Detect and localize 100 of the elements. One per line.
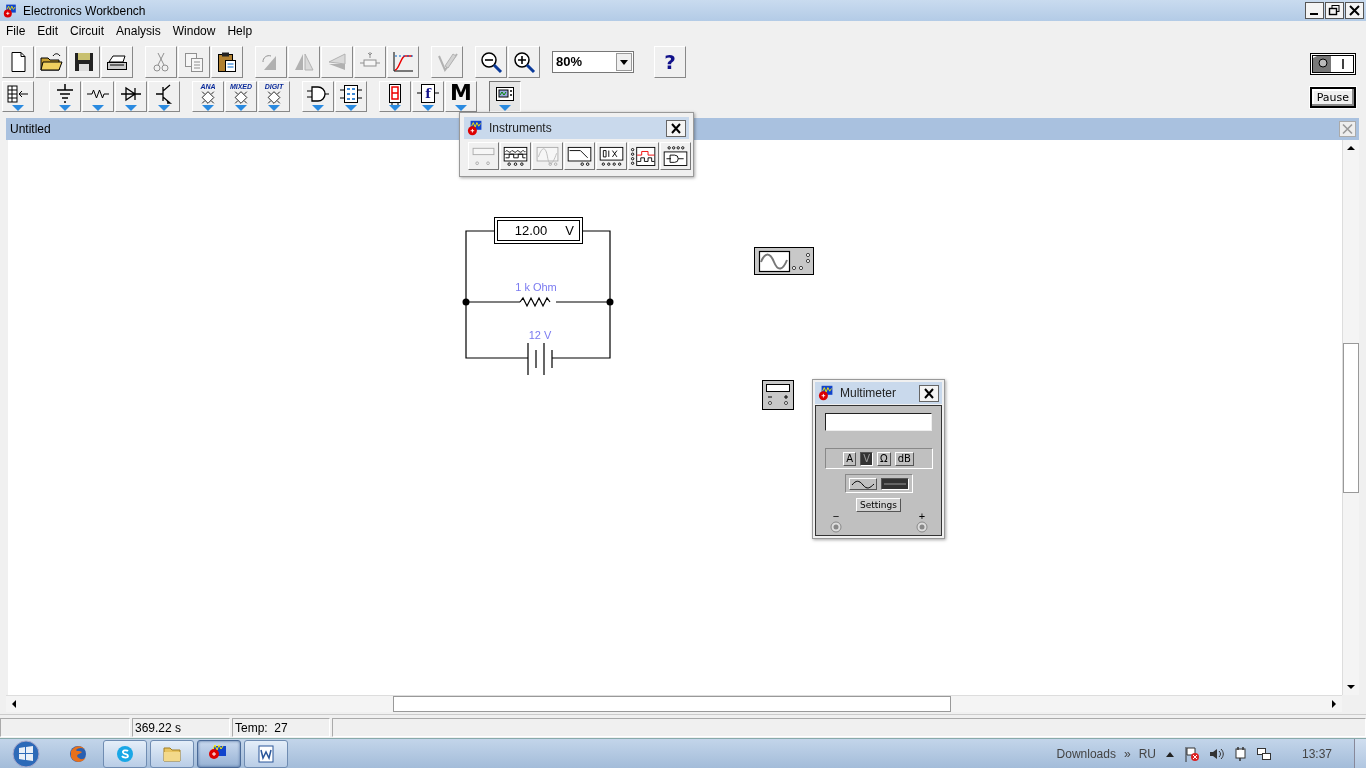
component-list-icon [6,83,30,105]
flip-flop-icon [339,83,363,105]
multimeter-icon[interactable] [762,380,794,410]
terminal-icon[interactable] [916,521,928,533]
network-icon[interactable] [1255,745,1272,762]
mode-button[interactable]: Ω [877,451,891,466]
vertical-scrollbar[interactable] [1342,140,1359,695]
sources-bin-button[interactable] [49,81,81,112]
status-field: 369.22 s [132,718,230,737]
chip-icon [264,90,284,105]
instruments-bin-button[interactable] [489,81,521,112]
menu-item[interactable]: Edit [31,24,65,38]
close-icon[interactable] [666,119,686,137]
print-button[interactable] [101,45,133,78]
gates-bin-button[interactable] [302,81,334,112]
dropdown-arrow-icon [12,105,24,111]
controls-bin-button[interactable]: f [412,81,444,112]
dropdown-arrow-icon [455,105,467,111]
scroll-thumb[interactable] [1343,342,1359,493]
battery-symbol [527,342,553,376]
window-title: Electronics Workbench [23,3,147,18]
resistor-symbol [519,296,551,308]
menu-item[interactable]: Circuit [64,24,111,38]
zoom-in-button[interactable] [508,45,540,78]
ac-button[interactable] [848,477,877,490]
function-generator-button[interactable] [500,142,531,170]
misc-bin-button[interactable]: M [445,81,477,112]
dc-button[interactable] [880,477,909,490]
dropdown-arrow-icon [92,105,104,111]
new-button[interactable] [2,45,34,78]
horizontal-scrollbar[interactable] [6,695,1342,712]
pause-button[interactable]: Pause [1309,87,1356,108]
taskbar-app-button[interactable] [103,739,147,768]
dropdown-arrow-icon [235,105,247,111]
logic-analyzer-button[interactable] [628,142,659,170]
restore-icon[interactable] [1325,2,1344,19]
document-title: Untitled [10,122,51,136]
taskbar-app-button[interactable] [244,739,288,768]
scroll-thumb[interactable] [393,696,951,712]
zoom-out-button[interactable] [475,45,507,78]
voltmeter-unit: V [565,223,574,238]
minimize-icon[interactable] [1305,2,1324,19]
junction-dot [462,298,470,306]
close-icon[interactable] [1345,2,1364,19]
diodes-bin-button[interactable] [115,81,147,112]
save-button[interactable] [68,45,100,78]
graph-icon [391,49,415,74]
logic-converter-button[interactable] [660,142,691,170]
zoom-in-icon [512,49,536,74]
bode-plotter-button[interactable] [564,142,595,170]
show-desktop-button[interactable] [1354,738,1366,768]
word-generator-button[interactable] [596,142,627,170]
mode-button[interactable]: dB [894,451,914,466]
settings-button[interactable]: Settings [856,498,901,512]
indicators-bin-button[interactable] [379,81,411,112]
dropdown-arrow-icon [312,105,324,111]
dropdown-arrow-icon [389,105,401,111]
basic-bin-button[interactable] [82,81,114,112]
chip-icon [198,90,218,105]
menu-item[interactable]: File [0,24,32,38]
close-icon[interactable] [919,384,939,402]
graph-button[interactable] [387,45,419,78]
oscilloscope-icon[interactable] [754,247,814,275]
toolbar-chevron[interactable]: » [1123,746,1131,761]
mode-button[interactable]: V [860,451,874,466]
taskbar-app-button[interactable] [197,739,241,768]
dropdown-arrow-icon [268,105,280,111]
transistors-bin-button[interactable] [148,81,180,112]
dropdown-arrow-icon [422,105,434,111]
terminal-icon[interactable] [830,521,842,533]
dropdown-arrow-icon [125,105,137,111]
open-button[interactable] [35,45,67,78]
power-switch[interactable] [1310,53,1356,75]
flag-icon[interactable] [1183,745,1200,762]
downloads-toolbar[interactable]: Downloads [1056,746,1116,761]
dropdown-arrow-icon [499,105,511,111]
mode-button[interactable]: A [843,451,857,466]
multimeter-title: Multimeter [840,386,897,400]
clock[interactable]: 13:37 [1301,746,1332,761]
dropdown-arrow-icon [345,105,357,111]
chip-icon [231,90,251,105]
zoom-out-icon [479,49,503,74]
favorites-bin-button[interactable] [2,81,34,112]
voltmeter-reading: 12.00 [514,223,548,238]
logic-converter-icon [661,143,690,169]
logic-gate-icon [306,83,330,105]
paste-button[interactable] [211,45,243,78]
terminal-label: − [832,512,840,521]
zoom-value: 80% [556,54,583,69]
dropdown-arrow-icon [158,105,170,111]
sine-wave-icon [849,478,876,489]
taskbar-app-button[interactable] [150,739,194,768]
status-field: Temp: 27 [232,718,330,737]
zoom-dropdown[interactable]: 80% [552,50,634,73]
menu-item[interactable]: Analysis [110,24,167,38]
digital-bin-button[interactable] [335,81,367,112]
help-button[interactable]: ? [654,45,686,78]
menu-item[interactable]: Window [166,24,222,38]
menu-item[interactable]: Help [221,24,259,38]
language-indicator[interactable]: RU [1138,746,1156,761]
